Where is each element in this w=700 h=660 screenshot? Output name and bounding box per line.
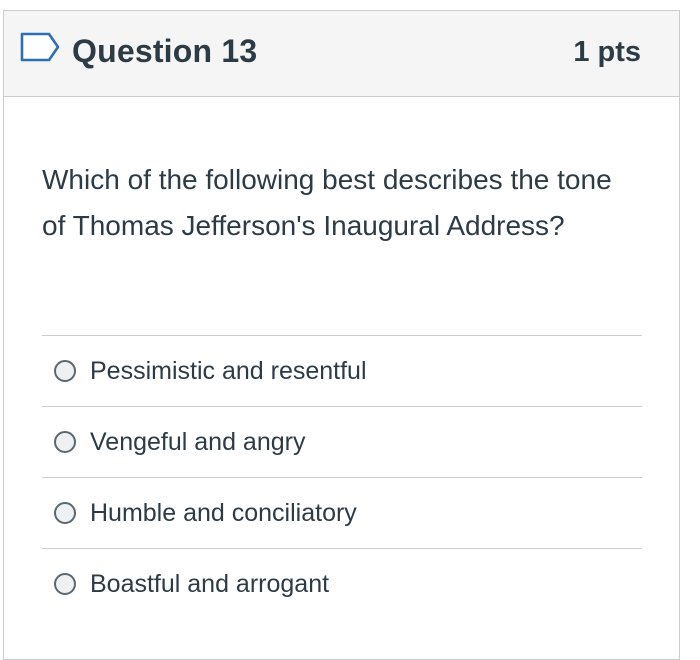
- question-title: Question 13: [72, 33, 258, 69]
- question-text: Which of the following best describes th…: [42, 164, 612, 241]
- answer-label: Vengeful and angry: [90, 427, 306, 456]
- flag-question-icon[interactable]: [19, 31, 61, 63]
- answer-option[interactable]: Boastful and arrogant: [42, 548, 642, 619]
- radio-button[interactable]: [54, 502, 76, 524]
- answer-label: Pessimistic and resentful: [90, 356, 367, 385]
- answer-list: Pessimistic and resentful Vengeful and a…: [42, 335, 642, 619]
- question-header: Question 13 1 pts: [4, 11, 679, 97]
- radio-button[interactable]: [54, 573, 76, 595]
- answer-option[interactable]: Pessimistic and resentful: [42, 335, 642, 406]
- radio-button[interactable]: [54, 431, 76, 453]
- answer-option[interactable]: Humble and conciliatory: [42, 477, 642, 548]
- question-card: Question 13 1 pts Which of the following…: [3, 10, 680, 660]
- answer-option[interactable]: Vengeful and angry: [42, 406, 642, 477]
- answer-label: Humble and conciliatory: [90, 498, 357, 527]
- radio-button[interactable]: [54, 360, 76, 382]
- answer-label: Boastful and arrogant: [90, 569, 330, 598]
- question-points: 1 pts: [573, 36, 641, 68]
